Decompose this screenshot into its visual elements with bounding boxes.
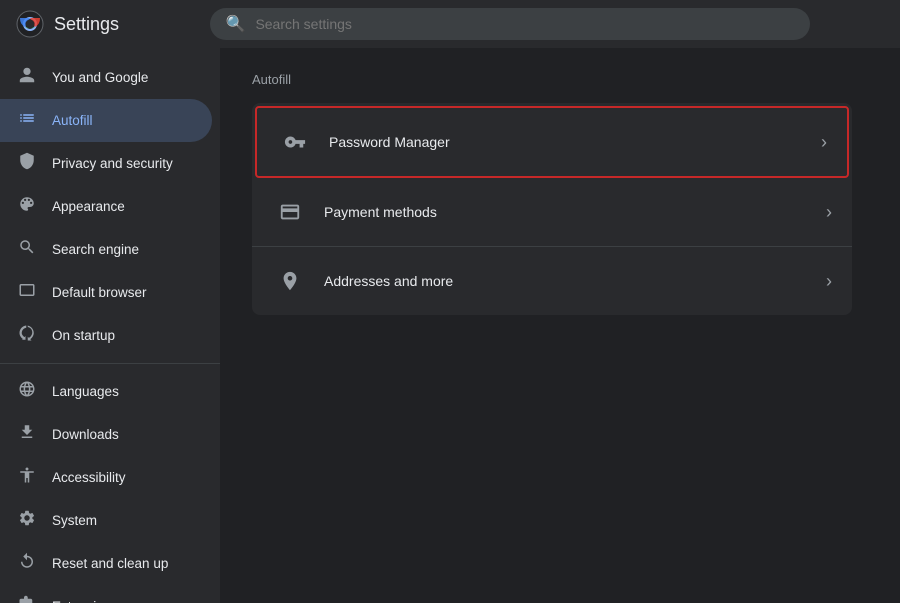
card-icon bbox=[272, 194, 308, 230]
external-link-icon: ↗ bbox=[136, 600, 146, 603]
sidebar-item-downloads[interactable]: Downloads bbox=[0, 413, 212, 456]
autofill-item-payment-methods[interactable]: Payment methods › bbox=[252, 178, 852, 247]
autofill-item-password-manager[interactable]: Password Manager › bbox=[255, 106, 849, 178]
sidebar-item-label: System bbox=[52, 513, 97, 528]
chevron-right-icon: › bbox=[826, 271, 832, 292]
downloads-icon bbox=[16, 423, 38, 446]
search-engine-icon bbox=[16, 238, 38, 261]
sidebar-item-search-engine[interactable]: Search engine bbox=[0, 228, 212, 271]
logo-area: Settings bbox=[16, 10, 119, 38]
header: Settings 🔍 bbox=[0, 0, 900, 48]
sidebar-item-label: Reset and clean up bbox=[52, 556, 168, 571]
user-icon bbox=[16, 66, 38, 89]
sidebar-item-label: Privacy and security bbox=[52, 156, 173, 171]
sidebar-item-label: Default browser bbox=[52, 285, 147, 300]
sidebar-item-label: Search engine bbox=[52, 242, 139, 257]
shield-icon bbox=[16, 152, 38, 175]
sidebar-item-label: Accessibility bbox=[52, 470, 126, 485]
sidebar-item-label: Downloads bbox=[52, 427, 119, 442]
autofill-icon bbox=[16, 109, 38, 132]
reset-icon bbox=[16, 552, 38, 575]
sidebar-item-you-and-google[interactable]: You and Google bbox=[0, 56, 212, 99]
sidebar-item-system[interactable]: System bbox=[0, 499, 212, 542]
sidebar-item-extensions[interactable]: Extensions ↗ bbox=[0, 585, 212, 603]
search-input[interactable] bbox=[255, 16, 793, 32]
key-icon bbox=[277, 124, 313, 160]
on-startup-icon bbox=[16, 324, 38, 347]
sidebar-item-languages[interactable]: Languages bbox=[0, 370, 212, 413]
sidebar-item-accessibility[interactable]: Accessibility bbox=[0, 456, 212, 499]
autofill-list: Password Manager › Payment methods › bbox=[252, 103, 852, 315]
default-browser-icon bbox=[16, 281, 38, 304]
main-layout: You and Google Autofill Privacy and secu… bbox=[0, 48, 900, 603]
search-icon: 🔍 bbox=[226, 14, 246, 34]
chrome-logo-icon bbox=[16, 10, 44, 38]
sidebar-item-label: Extensions bbox=[52, 599, 118, 603]
autofill-item-label: Payment methods bbox=[324, 204, 826, 220]
sidebar: You and Google Autofill Privacy and secu… bbox=[0, 48, 220, 603]
sidebar-item-label: On startup bbox=[52, 328, 115, 343]
sidebar-item-label: You and Google bbox=[52, 70, 148, 85]
sidebar-item-label: Autofill bbox=[52, 113, 93, 128]
autofill-item-addresses[interactable]: Addresses and more › bbox=[252, 247, 852, 315]
section-title: Autofill bbox=[252, 72, 868, 87]
autofill-item-label: Addresses and more bbox=[324, 273, 826, 289]
sidebar-divider bbox=[0, 363, 220, 364]
search-bar[interactable]: 🔍 bbox=[210, 8, 810, 40]
languages-icon bbox=[16, 380, 38, 403]
sidebar-item-label: Languages bbox=[52, 384, 119, 399]
autofill-item-label: Password Manager bbox=[329, 134, 821, 150]
sidebar-item-reset-clean-up[interactable]: Reset and clean up bbox=[0, 542, 212, 585]
sidebar-item-autofill[interactable]: Autofill bbox=[0, 99, 212, 142]
system-icon bbox=[16, 509, 38, 532]
accessibility-icon bbox=[16, 466, 38, 489]
page-title: Settings bbox=[54, 14, 119, 35]
chevron-right-icon: › bbox=[821, 132, 827, 153]
sidebar-item-privacy-security[interactable]: Privacy and security bbox=[0, 142, 212, 185]
sidebar-item-label: Appearance bbox=[52, 199, 125, 214]
sidebar-item-default-browser[interactable]: Default browser bbox=[0, 271, 212, 314]
sidebar-item-on-startup[interactable]: On startup bbox=[0, 314, 212, 357]
sidebar-item-appearance[interactable]: Appearance bbox=[0, 185, 212, 228]
appearance-icon bbox=[16, 195, 38, 218]
chevron-right-icon: › bbox=[826, 202, 832, 223]
main-content: Autofill Password Manager › bbox=[220, 48, 900, 603]
pin-icon bbox=[272, 263, 308, 299]
extensions-icon bbox=[16, 595, 38, 603]
